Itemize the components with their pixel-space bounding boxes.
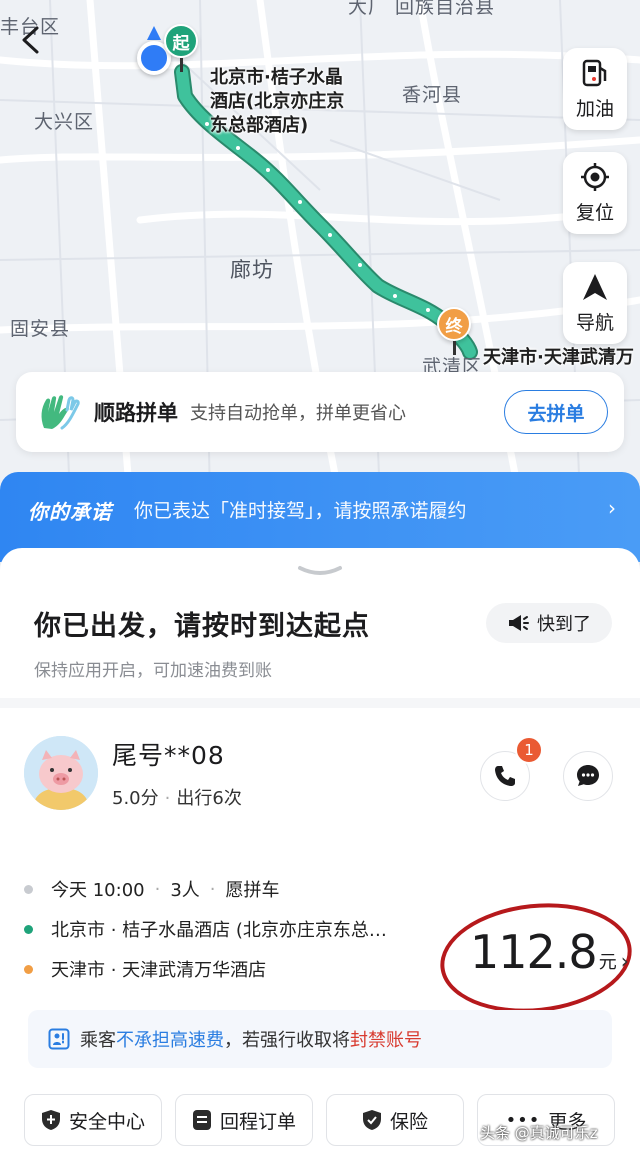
price-display[interactable]: 112.8 元 › <box>470 925 629 979</box>
chevron-right-icon: › <box>608 496 616 520</box>
carpool-title: 顺路拼单 <box>94 401 178 425</box>
navigate-button-label: 导航 <box>575 311 614 334</box>
shield-icon <box>41 1110 60 1130</box>
start-pin-stem <box>180 58 183 72</box>
time-dot <box>24 884 33 894</box>
destination-dot <box>24 964 33 974</box>
insurance-shield-icon <box>362 1110 381 1130</box>
return-order-label: 回程订单 <box>219 1110 296 1133</box>
origin-dot <box>24 924 33 934</box>
end-location-label: 天津市·天津武清万 <box>483 347 634 368</box>
insurance-label: 保险 <box>389 1110 428 1133</box>
notice-warning: 封禁账号 <box>350 1030 422 1051</box>
trip-destination: 天津市 · 天津武清万华酒店 <box>51 960 267 981</box>
safety-center-button[interactable]: 安全中心 <box>24 1094 162 1146</box>
price-amount: 112.8 <box>470 925 598 979</box>
navigate-button[interactable]: 导航 <box>563 262 627 344</box>
carpool-banner[interactable]: 顺路拼单 支持自动抢单，拼单更省心 去拼单 <box>16 372 624 452</box>
toll-notice: 乘客 不承担高速费 ，若强行收取将 封禁账号 <box>28 1010 612 1068</box>
arriving-soon-button[interactable]: 快到了 <box>486 603 612 643</box>
notice-prefix: 乘客 <box>80 1030 116 1051</box>
back-button[interactable] <box>12 20 48 60</box>
status-subtitle: 保持应用开启，可加速油费到账 <box>34 661 272 681</box>
passenger-notice-icon <box>48 1028 70 1050</box>
message-button[interactable] <box>563 751 613 801</box>
fuel-button[interactable]: 加油 <box>563 48 627 130</box>
passenger-rating: 5.0分 <box>112 788 159 809</box>
phone-icon <box>495 766 515 786</box>
navigation-arrow-icon <box>583 273 607 300</box>
insurance-button[interactable]: 保险 <box>326 1094 464 1146</box>
notice-middle: ，若强行收取将 <box>224 1030 350 1051</box>
trip-pool: 愿拼车 <box>225 880 280 901</box>
start-location-label: 北京市·桔子水晶 酒店(北京亦庄京 东总部酒店) <box>210 67 345 136</box>
order-sheet: 你已出发，请按时到达起点 保持应用开启，可加速油费到账 快到了 尾号**08 5… <box>0 548 640 1156</box>
promise-message: 你已表达「准时接驾」，请按照承诺履约 <box>134 500 467 522</box>
section-divider <box>0 698 640 708</box>
recenter-button[interactable]: 复位 <box>563 152 627 234</box>
watermark: 头条 @真诚可乐z <box>480 1124 598 1142</box>
unread-badge: 1 <box>515 736 543 764</box>
order-list-icon <box>192 1110 211 1130</box>
return-order-button[interactable]: 回程订单 <box>175 1094 313 1146</box>
map-label-xianghe: 香河县 <box>402 84 463 106</box>
hands-icon <box>41 395 80 430</box>
carpool-button[interactable]: 去拼单 <box>504 390 608 434</box>
price-unit: 元 <box>598 952 617 973</box>
trip-people: 3人 <box>170 880 200 901</box>
promise-brand: 你的承诺 <box>28 500 112 524</box>
megaphone-icon <box>509 615 529 631</box>
sheet-handle-icon[interactable] <box>296 564 344 578</box>
passenger-stats: 5.0分 · 出行6次 <box>112 788 242 809</box>
start-pin[interactable]: 起 <box>164 24 198 58</box>
end-pin[interactable]: 终 <box>437 307 471 341</box>
arriving-soon-label: 快到了 <box>537 614 591 635</box>
trip-time-row: 今天 10:00 · 3人 · 愿拼车 <box>24 876 280 902</box>
passenger-trips: 出行6次 <box>176 788 242 809</box>
pig-avatar-icon <box>24 736 98 810</box>
fuel-button-label: 加油 <box>575 97 614 120</box>
trip-time: 今天 10:00 <box>51 880 145 901</box>
passenger-avatar[interactable] <box>24 736 98 810</box>
end-pin-stem <box>453 341 456 355</box>
trip-destination-row: 天津市 · 天津武清万华酒店 <box>24 956 266 982</box>
map-label-guan: 固安县 <box>10 318 71 340</box>
recenter-button-label: 复位 <box>575 201 614 224</box>
trip-origin-row: 北京市 · 桔子水晶酒店 (北京亦庄京东总… <box>24 916 387 942</box>
map-label-top: 大厂 回族自治县 <box>348 0 496 18</box>
passenger-name: 尾号**08 <box>112 741 225 770</box>
map-label-langfang: 廊坊 <box>230 258 274 282</box>
chevron-right-icon: › <box>620 949 629 973</box>
fuel-pump-icon <box>582 59 607 86</box>
status-title: 你已出发，请按时到达起点 <box>34 611 370 642</box>
carpool-subtitle: 支持自动抢单，拼单更省心 <box>190 403 406 424</box>
crosshair-icon <box>581 162 609 191</box>
map-label-daxing: 大兴区 <box>34 111 95 133</box>
safety-center-label: 安全中心 <box>68 1110 145 1133</box>
notice-highlight: 不承担高速费 <box>116 1030 224 1051</box>
back-arrow-icon <box>22 26 39 54</box>
heading-arrow-icon <box>147 26 161 40</box>
trip-origin: 北京市 · 桔子水晶酒店 (北京亦庄京东总… <box>51 920 387 941</box>
chat-bubble-icon <box>577 765 599 786</box>
